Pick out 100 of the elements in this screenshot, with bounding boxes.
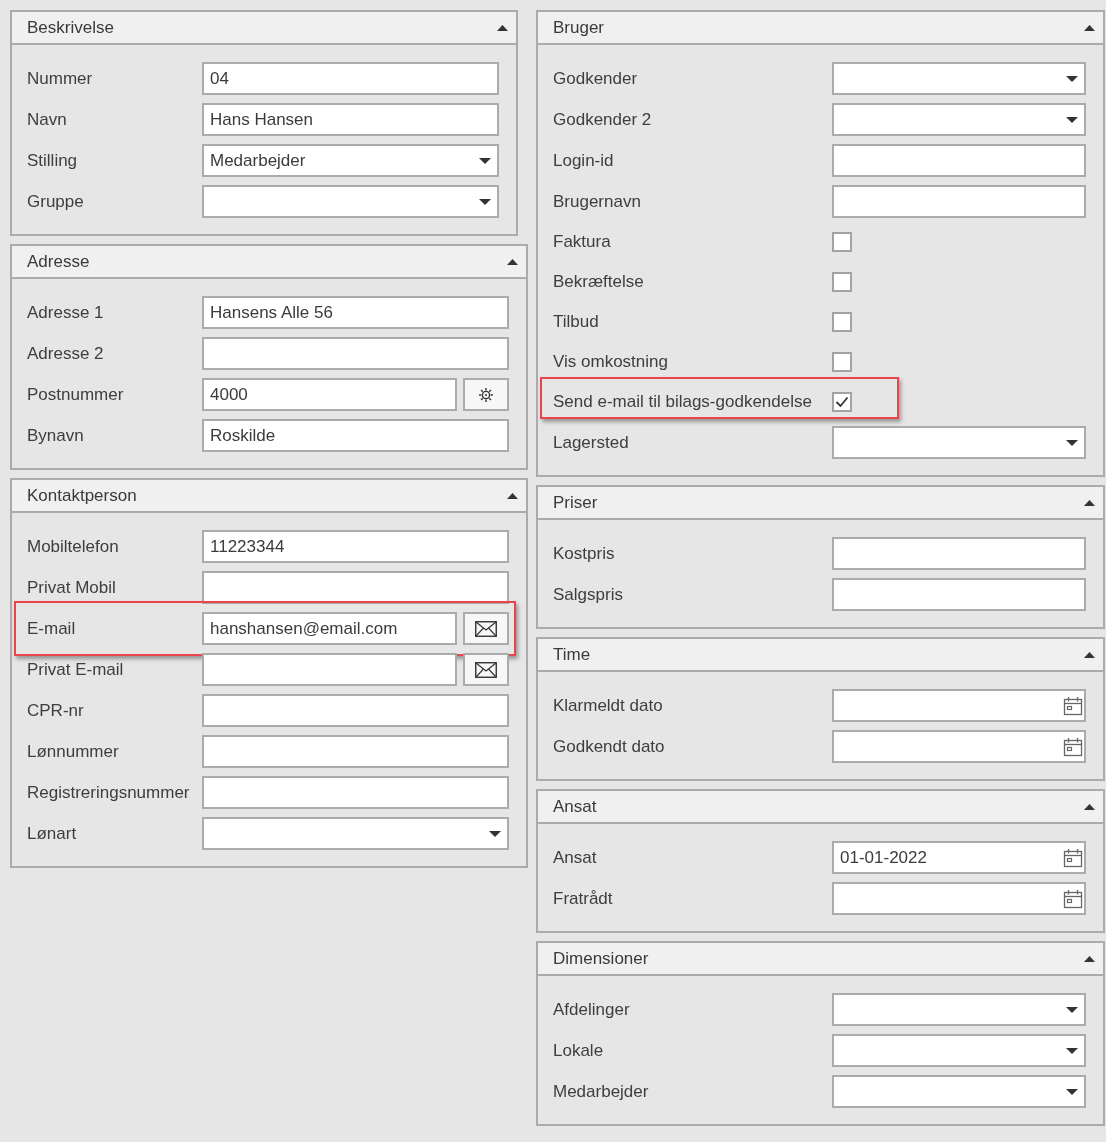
dropdown-field[interactable] [202,817,509,850]
panel-title: Ansat [553,795,597,818]
checkbox[interactable] [832,232,852,252]
caret-down-icon [1066,116,1078,123]
panel-header[interactable]: Dimensioner [538,943,1103,976]
field-label: Godkendt dato [553,735,666,758]
dropdown-field[interactable] [832,426,1086,459]
dropdown-field[interactable] [832,62,1086,95]
dropdown-field[interactable] [832,103,1086,136]
text-field[interactable] [832,578,1086,611]
calendar-icon[interactable] [1063,888,1083,909]
panel-title: Priser [553,491,598,514]
panel-header[interactable]: Kontaktperson [12,480,526,513]
text-field[interactable]: 4000 [202,378,457,411]
date-field[interactable] [832,689,1086,722]
date-field[interactable] [832,882,1086,915]
dropdown-field[interactable] [832,993,1086,1026]
date-field[interactable] [832,730,1086,763]
field-label: Tilbud [553,311,600,334]
caret-up-icon[interactable] [1084,651,1095,658]
email-button[interactable] [463,653,509,686]
gear-button[interactable] [463,378,509,411]
field-label: Medarbejder [553,1080,650,1103]
field-label: Bynavn [27,424,85,447]
panel-header[interactable]: Ansat [538,791,1103,824]
field-label: Vis omkostning [553,351,669,374]
field-label: Godkender 2 [553,108,653,131]
panel-title: Kontaktperson [27,484,137,507]
calendar-icon[interactable] [1063,847,1083,868]
text-field[interactable]: 04 [202,62,499,95]
text-field[interactable]: Hans Hansen [202,103,499,136]
panel-title: Dimensioner [553,947,649,970]
field-label: Registreringsnummer [27,781,191,804]
email-field[interactable] [202,653,457,686]
text-field[interactable]: Hansens Alle 56 [202,296,509,329]
calendar-icon[interactable] [1063,695,1083,716]
envelope-icon [475,661,497,678]
field-label: E-mail [27,617,77,640]
field-label: Stilling [27,149,79,172]
field-label: Bekræftelse [553,271,645,294]
caret-up-icon[interactable] [1084,499,1095,506]
text-field[interactable] [832,537,1086,570]
panel-header[interactable]: Bruger [538,12,1103,45]
caret-up-icon[interactable] [1084,24,1095,31]
field-label: Klarmeldt dato [553,694,664,717]
caret-down-icon [479,198,491,205]
text-field[interactable] [202,337,509,370]
caret-up-icon[interactable] [507,492,518,499]
field-label: Lokale [553,1039,605,1062]
dropdown-field[interactable] [832,1075,1086,1108]
caret-up-icon[interactable] [1084,803,1095,810]
dropdown-field[interactable]: Medarbejder [202,144,499,177]
field-label: Lønnummer [27,740,120,763]
field-label: Faktura [553,231,612,254]
text-field[interactable] [202,735,509,768]
dropdown-field[interactable] [202,185,499,218]
field-label: Ansat [553,846,598,869]
caret-up-icon[interactable] [1084,955,1095,962]
panel-header[interactable]: Adresse [12,246,526,279]
date-field[interactable]: 01-01-2022 [832,841,1086,874]
text-field[interactable] [832,144,1086,177]
email-button[interactable] [463,612,509,645]
panel-title: Bruger [553,16,605,39]
field-label: Nummer [27,67,94,90]
panel-header[interactable]: Beskrivelse [12,12,516,45]
field-label: Brugernavn [553,190,642,213]
caret-up-icon[interactable] [507,258,518,265]
caret-down-icon [1066,75,1078,82]
checkbox[interactable] [832,392,852,412]
field-label: Privat E-mail [27,658,125,681]
text-field[interactable] [202,571,509,604]
text-field[interactable]: Roskilde [202,419,509,452]
calendar-icon[interactable] [1063,736,1083,757]
field-label: Gruppe [27,190,85,213]
caret-down-icon [1066,439,1078,446]
text-field[interactable] [202,694,509,727]
email-field[interactable]: hanshansen@email.com [202,612,457,645]
field-label: Send e-mail til bilags-godkendelse [553,391,813,414]
panel-title: Adresse [27,250,90,273]
field-label: Lagersted [553,431,630,454]
dropdown-field[interactable] [832,1034,1086,1067]
checkbox[interactable] [832,312,852,332]
caret-down-icon [1066,1088,1078,1095]
text-field[interactable] [832,185,1086,218]
text-field[interactable]: 11223344 [202,530,509,563]
gear-icon [478,386,494,403]
field-label: Salgspris [553,583,624,606]
checkbox[interactable] [832,272,852,292]
checkbox[interactable] [832,352,852,372]
caret-up-icon[interactable] [497,24,508,31]
field-label: Privat Mobil [27,576,117,599]
panel-header[interactable]: Priser [538,487,1103,520]
panel-title: Beskrivelse [27,16,114,39]
field-label: Adresse 2 [27,342,105,365]
panel-header[interactable]: Time [538,639,1103,672]
field-label: Lønart [27,822,78,845]
caret-down-icon [1066,1006,1078,1013]
caret-down-icon [479,157,491,164]
field-label: Kostpris [553,542,616,565]
text-field[interactable] [202,776,509,809]
